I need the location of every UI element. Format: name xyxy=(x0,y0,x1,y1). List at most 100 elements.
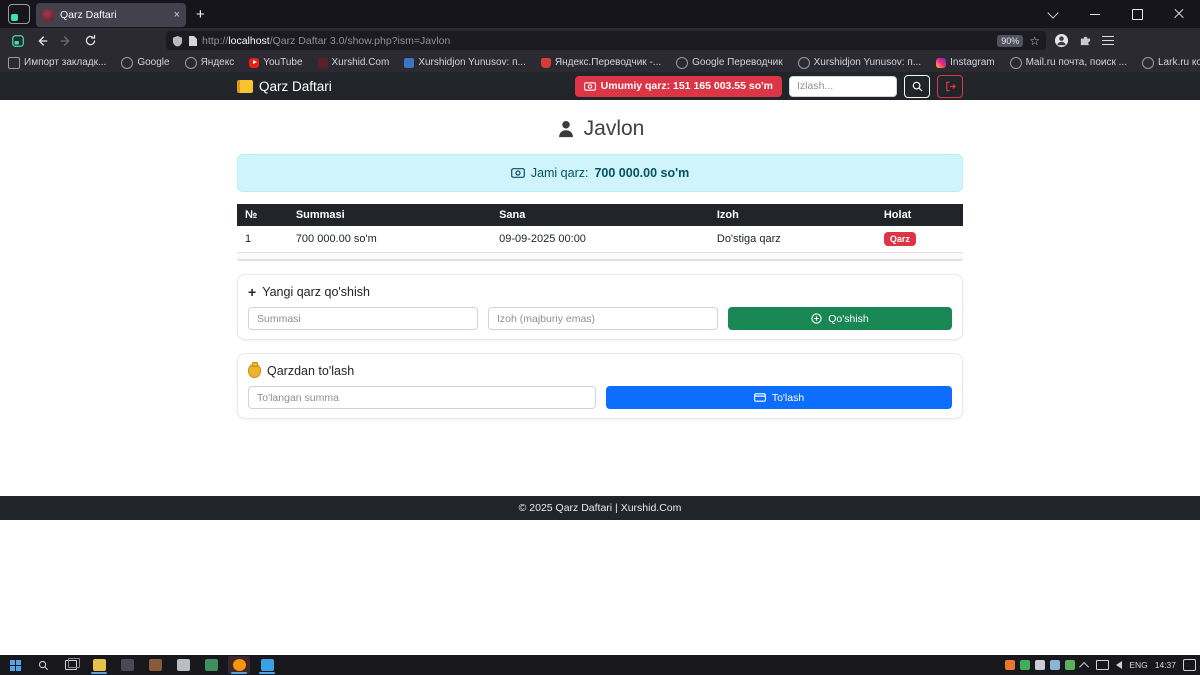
bookmark-item[interactable]: Google xyxy=(121,57,169,69)
firefox-view-icon[interactable] xyxy=(8,4,30,24)
task-view-button[interactable] xyxy=(60,656,82,674)
bookmark-label: Яндекс xyxy=(201,57,235,68)
bookmark-item[interactable]: Xurshidjon Yunusov: п... xyxy=(404,57,526,68)
firefox-button[interactable] xyxy=(228,656,250,674)
green-app-button[interactable] xyxy=(200,656,222,674)
bookmark-label: Xurshid.Com xyxy=(332,57,390,68)
tray-icons xyxy=(1005,660,1075,670)
bookmark-item[interactable]: Xurshid.Com xyxy=(318,57,390,68)
bookmark-item[interactable]: Lark.ru конструктор ... xyxy=(1142,57,1200,69)
green2-tray-icon[interactable] xyxy=(1065,660,1075,670)
instagram-icon xyxy=(936,58,946,68)
language-indicator[interactable]: ENG xyxy=(1129,660,1147,670)
vk-icon xyxy=(404,58,414,68)
hidden-icons-chevron[interactable] xyxy=(1079,661,1089,671)
pay-debt-card: Qarzdan to'lash To'lash xyxy=(237,353,963,419)
table-cell: 09-09-2025 00:00 xyxy=(491,226,709,253)
reload-icon[interactable] xyxy=(78,30,102,51)
dark-app-button[interactable] xyxy=(116,656,138,674)
add-debt-title: + Yangi qarz qo'shish xyxy=(248,284,952,300)
tab-list-chevron-icon[interactable] xyxy=(1032,0,1074,28)
bookmark-item[interactable]: Импорт закладк... xyxy=(8,57,106,69)
start-button[interactable] xyxy=(4,656,26,674)
bookmark-item[interactable]: YouTube xyxy=(249,57,302,68)
bookmark-item[interactable]: Google Переводчик xyxy=(676,57,782,69)
tab-close-icon[interactable]: × xyxy=(174,9,180,21)
brown-app-button[interactable] xyxy=(144,656,166,674)
forward-icon[interactable] xyxy=(54,30,78,51)
add-debt-title-label: Yangi qarz qo'shish xyxy=(262,285,370,299)
app-header: Qarz Daftari Umumiy qarz: 151 165 003.55… xyxy=(0,72,1200,100)
total-debt-button[interactable]: Umumiy qarz: 151 165 003.55 so'm xyxy=(575,76,782,97)
network-icon[interactable] xyxy=(1096,660,1109,670)
back-icon[interactable] xyxy=(30,30,54,51)
taskbar-search-button[interactable] xyxy=(32,656,54,674)
search-input[interactable] xyxy=(789,76,897,97)
debt-sum-input[interactable] xyxy=(248,307,478,330)
page-footer: © 2025 Qarz Daftari | Xurshid.Com xyxy=(0,496,1200,520)
telegram-tray-icon[interactable] xyxy=(1050,660,1060,670)
bookmark-label: Xurshidjon Yunusov: п... xyxy=(418,57,526,68)
account-icon[interactable] xyxy=(1054,33,1069,48)
bookmark-item[interactable]: Mail.ru почта, поиск ... xyxy=(1010,57,1127,69)
notebook-icon xyxy=(237,80,253,93)
new-tab-button[interactable]: + xyxy=(196,6,205,23)
page-info-icon[interactable] xyxy=(188,35,198,47)
search-button[interactable] xyxy=(904,75,930,98)
close-button[interactable] xyxy=(1158,0,1200,28)
battery-icon[interactable] xyxy=(1035,660,1045,670)
file-explorer-button[interactable] xyxy=(88,656,110,674)
search-icon xyxy=(38,660,49,671)
status-badge: Qarz xyxy=(884,232,916,246)
bookmark-item[interactable]: Xurshidjon Yunusov: п... xyxy=(798,57,922,69)
bookmark-item[interactable]: Яндекс xyxy=(185,57,235,69)
credit-card-icon xyxy=(754,393,766,402)
notification-center-icon[interactable] xyxy=(1183,659,1196,671)
paid-sum-input[interactable] xyxy=(248,386,596,409)
browser-toolbar: http://localhost/Qarz Daftar 3.0/show.ph… xyxy=(0,28,1200,53)
shield-icon[interactable] xyxy=(172,35,183,47)
green-tray-icon[interactable] xyxy=(1020,660,1030,670)
tab-title: Qarz Daftari xyxy=(60,9,170,21)
notes-app-button[interactable] xyxy=(172,656,194,674)
blue-app-button[interactable] xyxy=(256,656,278,674)
table-cell: Do'stiga qarz xyxy=(709,226,876,253)
volume-icon[interactable] xyxy=(1116,661,1122,669)
bookmarks-bar: Импорт закладк... Google Яндекс YouTube Xurs… xyxy=(0,53,1200,72)
browser-title-bar: Qarz Daftari × + xyxy=(0,0,1200,28)
table-header-row: №SummasiSanaIzohHolat xyxy=(237,204,963,226)
menu-icon[interactable] xyxy=(1102,36,1114,46)
add-debt-button[interactable]: Qo'shish xyxy=(728,307,952,330)
system-tray: ENG 14:37 xyxy=(1005,659,1200,671)
url-text: http://localhost/Qarz Daftar 3.0/show.ph… xyxy=(202,35,997,47)
app-brand[interactable]: Qarz Daftari xyxy=(237,79,332,94)
clock[interactable]: 14:37 xyxy=(1155,660,1176,670)
globe-icon xyxy=(1142,57,1154,69)
money-bag-icon xyxy=(248,364,261,378)
logout-icon xyxy=(945,81,956,92)
logout-button[interactable] xyxy=(937,75,963,98)
orange-tray-icon[interactable] xyxy=(1005,660,1015,670)
page-viewport: Qarz Daftari Umumiy qarz: 151 165 003.55… xyxy=(0,72,1200,655)
bookmark-label: Google Переводчик xyxy=(692,57,782,68)
total-debt-alert: Jami qarz: 700 000.00 so'm xyxy=(237,154,963,192)
table-body: 1700 000.00 so'm09-09-2025 00:00Do'stiga… xyxy=(237,226,963,253)
search-icon xyxy=(912,81,923,92)
table-header-cell: Izoh xyxy=(709,204,876,226)
browser-tab[interactable]: Qarz Daftari × xyxy=(36,3,186,27)
blue-app-icon xyxy=(261,659,274,671)
bookmark-item[interactable]: Instagram xyxy=(936,57,994,68)
url-bar[interactable]: http://localhost/Qarz Daftar 3.0/show.ph… xyxy=(166,31,1046,50)
maximize-button[interactable] xyxy=(1116,0,1158,28)
firefox-view-button[interactable] xyxy=(6,30,30,51)
person-icon xyxy=(556,119,576,139)
bookmark-label: Instagram xyxy=(950,57,994,68)
cash-icon xyxy=(511,168,525,178)
minimize-button[interactable] xyxy=(1074,0,1116,28)
pay-debt-button[interactable]: To'lash xyxy=(606,386,952,409)
bookmark-star-icon[interactable]: ☆ xyxy=(1029,34,1040,48)
zoom-indicator[interactable]: 90% xyxy=(997,35,1023,47)
extensions-icon[interactable] xyxy=(1079,34,1092,47)
debt-note-input[interactable] xyxy=(488,307,718,330)
bookmark-item[interactable]: Яндекс.Переводчик -... xyxy=(541,57,661,68)
